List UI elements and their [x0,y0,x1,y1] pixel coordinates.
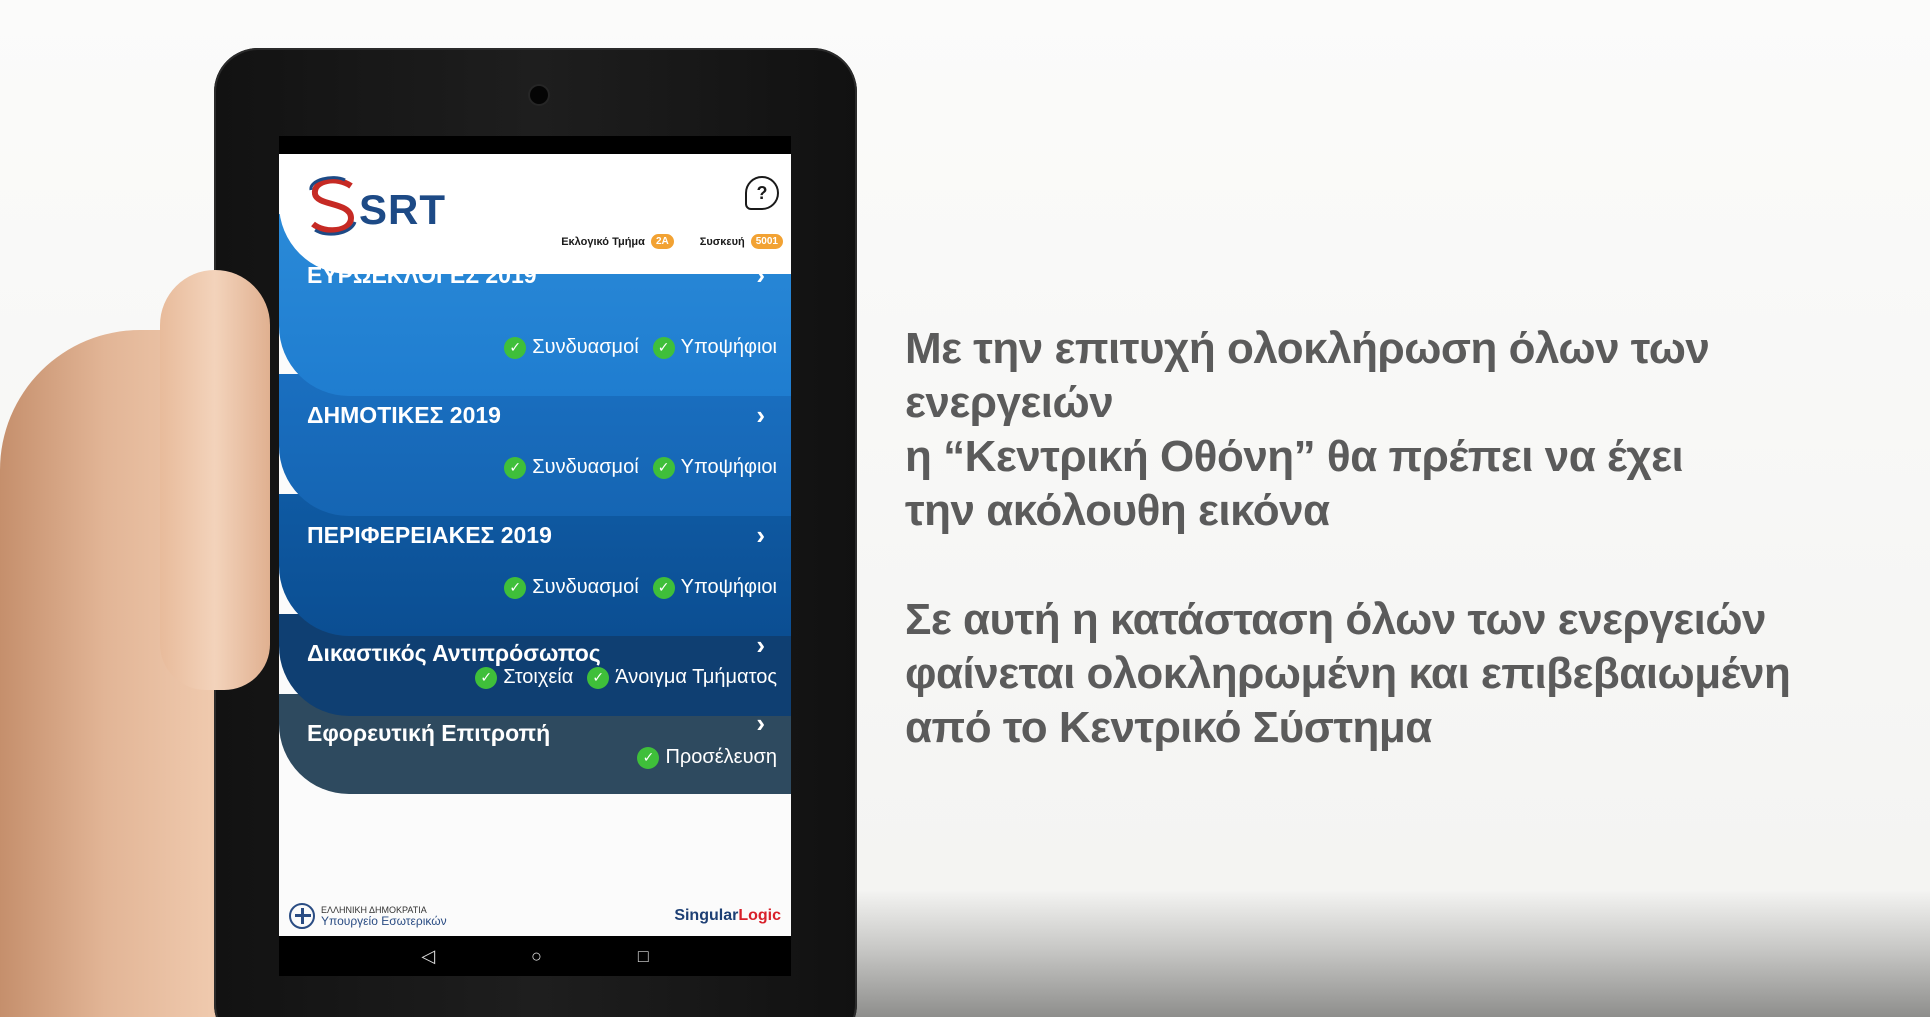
gov-line2: Υπουργείο Εσωτερικών [321,913,447,928]
caption-line: φαίνεται ολοκληρωμένη και επιβεβαιωμένη [905,649,1791,698]
logo-text: SRT [359,186,446,233]
status-label: Υποψήφιοι [680,456,777,478]
thumb [160,270,270,690]
srt-logo-mark [309,176,357,236]
status-label: Συνδυασμοί [532,336,639,358]
section-label: Εκλογικό Τμήμα [561,235,645,248]
device-badge: 5001 [750,234,783,249]
status-label: Προσέλευση [665,746,777,768]
greek-emblem-icon [289,903,315,929]
card-status: ✓ Συνδυασμοί ✓ Υποψήφιοι [504,336,777,359]
check-circle-icon: ✓ [652,456,675,479]
app-main-screen: SRT ? Εκλογικό Τμήμα 2A Συσκευή 5001 ΕΥΡ… [279,154,791,936]
check-circle-icon: ✓ [637,746,660,769]
status-label: Άνοιγμα Τμήματος [615,666,777,688]
check-circle-icon: ✓ [587,666,610,689]
singularlogic-logo: SingularLogic [674,907,781,925]
card-status: ✓ Συνδυασμοί ✓ Υποψήφιοι [504,456,777,479]
tablet: SRT ? Εκλογικό Τμήμα 2A Συσκευή 5001 ΕΥΡ… [214,48,857,1017]
app-footer: ΕΛΛΗΝΙΚΗ ΔΗΜΟΚΡΑΤΙΑ Υπουργείο Εσωτερικών… [279,896,791,936]
caption-line: η “Κεντρική Οθόνη” θα πρέπει να έχει [905,432,1684,481]
caption-line: Σε αυτή η κατάσταση όλων των ενεργειών [905,595,1766,644]
caption-line: την ακόλουθη εικόνα [905,486,1330,535]
check-circle-icon: ✓ [652,576,675,599]
android-nav-bar: ◁ ○ □ [279,936,791,976]
chevron-right-icon: › [756,400,765,430]
card-status: ✓ Στοιχεία ✓ Άνοιγμα Τμήματος [475,666,777,689]
device-meta: Εκλογικό Τμήμα 2A Συσκευή 5001 [561,234,783,249]
caption-line: από το Κεντρικό Σύστημα [905,703,1432,752]
help-icon[interactable]: ? [745,176,779,210]
chevron-right-icon: › [756,520,765,550]
check-circle-icon: ✓ [504,456,527,479]
check-circle-icon: ✓ [504,336,527,359]
device-label: Συσκευή [699,235,745,248]
check-circle-icon: ✓ [475,666,498,689]
card-status: ✓ Προσέλευση [637,746,777,769]
caption-line: Με την επιτυχή ολοκλήρωση όλων των ενεργ… [905,324,1710,427]
check-circle-icon: ✓ [504,576,527,599]
card-title: Δικαστικός Αντιπρόσωπος [307,640,601,666]
card-title: Εφορευτική Επιτροπή [307,720,551,746]
ministry-logo: ΕΛΛΗΝΙΚΗ ΔΗΜΟΚΡΑΤΙΑ Υπουργείο Εσωτερικών [289,903,447,929]
home-icon[interactable]: ○ [531,946,542,967]
srt-logo: SRT [307,176,447,236]
vendor-name-a: Singular [674,907,739,924]
section-badge: 2A [650,234,674,249]
app-header: SRT ? Εκλογικό Τμήμα 2A Συσκευή 5001 [279,154,791,274]
camera [530,86,548,104]
check-circle-icon: ✓ [652,336,675,359]
status-label: Υποψήφιοι [680,576,777,598]
recent-apps-icon[interactable]: □ [638,946,649,967]
status-label: Συνδυασμοί [532,456,639,478]
status-label: Στοιχεία [503,666,574,688]
card-title: ΔΗΜΟΤΙΚΕΣ 2019 [307,402,501,428]
status-label: Συνδυασμοί [532,576,639,598]
status-label: Υποψήφιοι [680,336,777,358]
card-title: ΠΕΡΙΦΕΡΕΙΑΚΕΣ 2019 [307,522,552,548]
status-bar [279,136,791,154]
caption: Με την επιτυχή ολοκλήρωση όλων των ενεργ… [905,322,1915,755]
tablet-screen: SRT ? Εκλογικό Τμήμα 2A Συσκευή 5001 ΕΥΡ… [279,136,791,976]
vendor-name-b: Logic [738,907,781,924]
card-status: ✓ Συνδυασμοί ✓ Υποψήφιοι [504,576,777,599]
back-icon[interactable]: ◁ [421,946,435,967]
